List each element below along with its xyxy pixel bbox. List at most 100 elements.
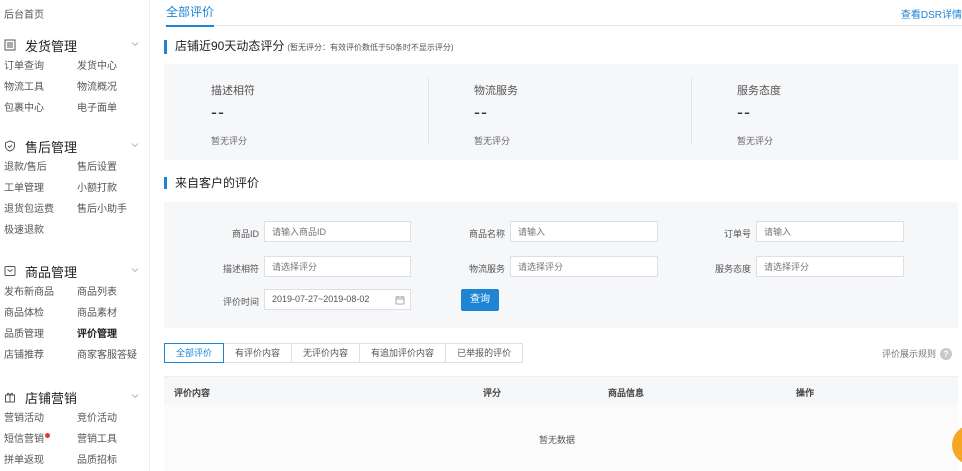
reviews-table-header: 评价内容 评分 商品信息 操作: [164, 376, 958, 404]
box-icon: [4, 265, 16, 277]
view-dsr-details-link[interactable]: 查看DSR详情: [901, 6, 962, 21]
sidebar-item-marketing-tools[interactable]: 营销工具: [77, 429, 150, 450]
reviews-section-title: 来自客户的评价: [164, 177, 259, 189]
product-name-label: 商品名称: [468, 229, 505, 239]
service-score-select[interactable]: [756, 256, 904, 277]
empty-state-text: 暂无数据: [539, 435, 576, 445]
order-no-input[interactable]: [756, 221, 904, 242]
sidebar-group-header-marketing[interactable]: 店铺营销: [0, 386, 150, 408]
sidebar-item-ticket-management[interactable]: 工单管理: [4, 178, 77, 199]
column-review-content: 评价内容: [174, 388, 211, 398]
sidebar-item-small-payment[interactable]: 小额打款: [77, 178, 150, 199]
chevron-down-icon[interactable]: [130, 39, 140, 49]
product-id-label: 商品ID: [231, 229, 259, 239]
service-score-label: 服务态度: [714, 264, 751, 274]
sidebar-group-title: 售后管理: [25, 139, 78, 155]
dsr-title-note: (暂无评分：有效评价数低于50条时不显示评分): [287, 43, 454, 52]
sidebar-item-group-cashback[interactable]: 拼单返现: [4, 450, 77, 471]
sidebar-item-label: 短信营销: [4, 434, 44, 445]
sidebar-item-product-assets[interactable]: 商品素材: [77, 303, 150, 324]
sidebar-group-products: 商品管理 发布新商品 商品列表 商品体检 商品素材 品质管理 评价管理 店铺推荐…: [0, 260, 150, 366]
dsr-metric-status: 暂无评分: [737, 136, 774, 146]
review-time-label: 评价时间: [222, 297, 259, 307]
sidebar: 后台首页 发货管理 订单查询 发货中心 物流工具 物流概况 包裹中心 电子面单 …: [0, 0, 150, 471]
sidebar-group-header-after-sales[interactable]: 售后管理: [0, 135, 150, 157]
sidebar-item-package-center[interactable]: 包裹中心: [4, 98, 77, 119]
sidebar-group-header-shipping[interactable]: 发货管理: [0, 34, 150, 56]
sidebar-group-title: 发货管理: [25, 38, 78, 54]
sidebar-item-e-waybill[interactable]: 电子面单: [77, 98, 150, 119]
sidebar-item-sms-marketing[interactable]: 短信营销: [4, 429, 77, 450]
logistics-score-label: 物流服务: [468, 264, 505, 274]
sidebar-item-customer-service-qa[interactable]: 商家客服答疑: [77, 345, 150, 366]
sidebar-item-fast-refund[interactable]: 极速退款: [4, 220, 77, 241]
reviews-table-body: 暂无数据: [164, 404, 958, 471]
sidebar-item-quality-management[interactable]: 品质管理: [4, 324, 77, 345]
list-icon: [4, 39, 16, 51]
sidebar-group-title: 店铺营销: [25, 390, 78, 406]
sidebar-item-shipping-center[interactable]: 发货中心: [77, 56, 150, 77]
dsr-metric-value: --: [737, 102, 751, 122]
sidebar-group-after-sales: 售后管理 退款/售后 售后设置 工单管理 小额打款 退货包运费 售后小助手 极速…: [0, 135, 150, 241]
dsr-section-title: 店铺近90天动态评分 (暂无评分：有效评价数低于50条时不显示评分): [164, 40, 454, 54]
tab-all-reviews[interactable]: 全部评价: [166, 3, 215, 27]
sidebar-item-return-shipping[interactable]: 退货包运费: [4, 199, 77, 220]
sidebar-group-header-products[interactable]: 商品管理: [0, 260, 150, 282]
dsr-metric-value: --: [474, 102, 488, 122]
chevron-down-icon[interactable]: [130, 140, 140, 150]
dsr-metric-status: 暂无评分: [474, 136, 511, 146]
sidebar-item-refund[interactable]: 退款/售后: [4, 157, 77, 178]
divider: [428, 78, 429, 144]
sidebar-item-quality-bidding[interactable]: 品质招标: [77, 450, 150, 471]
page-tabbar: 全部评价 查看DSR详情: [164, 0, 962, 27]
tab-reported[interactable]: 已举报的评价: [446, 343, 524, 363]
sidebar-item-store-recommend[interactable]: 店铺推荐: [4, 345, 77, 366]
sidebar-item-publish-product[interactable]: 发布新商品: [4, 282, 77, 303]
sidebar-item-review-management[interactable]: 评价管理: [77, 324, 150, 345]
review-filter-tabs: 全部评价 有评价内容 无评价内容 有追加评价内容 已举报的评价: [164, 343, 524, 363]
description-score-select[interactable]: [264, 256, 411, 277]
review-time-range-value: 2019-07-27~2019-08-02: [272, 294, 370, 304]
dsr-metric-status: 暂无评分: [211, 136, 248, 146]
notification-dot: [45, 433, 50, 438]
sidebar-item-order-query[interactable]: 订单查询: [4, 56, 77, 77]
tab-without-content[interactable]: 无评价内容: [292, 343, 361, 363]
chevron-down-icon[interactable]: [130, 265, 140, 275]
tab-all-reviews-filter[interactable]: 全部评价: [164, 343, 225, 363]
tab-with-content[interactable]: 有评价内容: [224, 343, 293, 363]
sidebar-item-logistics-tools[interactable]: 物流工具: [4, 77, 77, 98]
column-actions: 操作: [796, 388, 815, 398]
sidebar-group-marketing: 店铺营销 营销活动 竞价活动 短信营销 营销工具 拼单返现 品质招标: [0, 386, 150, 471]
sidebar-item-product-checkup[interactable]: 商品体检: [4, 303, 77, 324]
dsr-title-text: 店铺近90天动态评分: [175, 39, 285, 53]
column-score: 评分: [483, 388, 502, 398]
logistics-score-select[interactable]: [510, 256, 658, 277]
sidebar-item-after-sales-assistant[interactable]: 售后小助手: [77, 199, 150, 220]
description-score-label: 描述相符: [222, 264, 259, 274]
sidebar-home-link[interactable]: 后台首页: [4, 6, 44, 21]
dsr-score-panel: 描述相符 -- 暂无评分 物流服务 -- 暂无评分 服务态度 -- 暂无评分: [164, 64, 958, 160]
sidebar-group-shipping: 发货管理 订单查询 发货中心 物流工具 物流概况 包裹中心 电子面单: [0, 34, 150, 119]
dsr-metric-label: 服务态度: [737, 85, 781, 97]
sidebar-item-product-list[interactable]: 商品列表: [77, 282, 150, 303]
sidebar-item-logistics-overview[interactable]: 物流概况: [77, 77, 150, 98]
gift-icon: [4, 391, 16, 403]
main-content: 全部评价 查看DSR详情 店铺近90天动态评分 (暂无评分：有效评价数低于50条时…: [164, 0, 962, 471]
query-button[interactable]: 查询: [461, 289, 499, 311]
dsr-metric-label: 描述相符: [211, 85, 255, 97]
review-time-range-input[interactable]: 2019-07-27~2019-08-02: [264, 289, 411, 310]
dsr-metric-value: --: [211, 102, 225, 122]
review-filter-panel: 商品ID 商品名称 订单号 描述相符 物流服务 服务态度 评价时间 2019-0…: [164, 202, 958, 328]
sidebar-item-bidding-activities[interactable]: 竞价活动: [77, 408, 150, 429]
question-icon[interactable]: ?: [940, 347, 952, 360]
product-id-input[interactable]: [264, 221, 411, 242]
shield-check-icon: [4, 140, 16, 152]
calendar-icon[interactable]: [395, 295, 405, 305]
sidebar-item-after-sales-settings[interactable]: 售后设置: [77, 157, 150, 178]
sidebar-item-marketing-activities[interactable]: 营销活动: [4, 408, 77, 429]
tab-with-follow-up[interactable]: 有追加评价内容: [360, 343, 447, 363]
column-product-info: 商品信息: [608, 388, 645, 398]
chevron-down-icon[interactable]: [130, 391, 140, 401]
review-display-rules-link[interactable]: 评价展示规则 ?: [882, 347, 952, 360]
product-name-input[interactable]: [510, 221, 658, 242]
